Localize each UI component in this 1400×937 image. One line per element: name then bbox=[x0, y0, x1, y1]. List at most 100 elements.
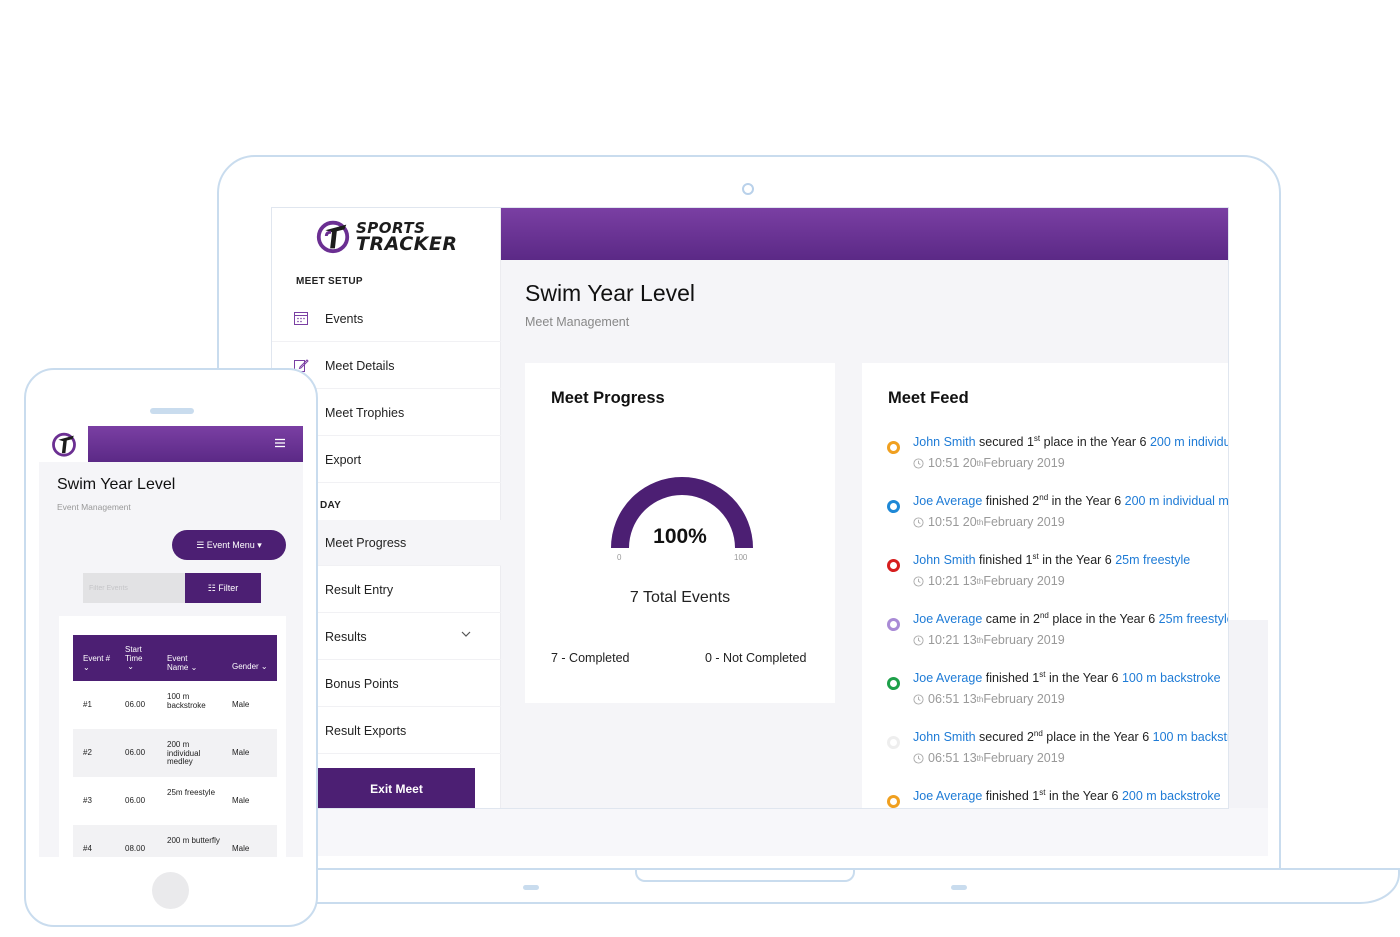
status-dot-icon bbox=[887, 795, 900, 808]
table-row[interactable]: #1 06.00 100 m backstroke Male bbox=[73, 681, 277, 729]
filter-button[interactable]: ☷ Filter bbox=[185, 573, 261, 603]
gauge-value: 100% bbox=[653, 525, 707, 548]
feed-timestamp: 06:51 13th February 2019 bbox=[913, 692, 1065, 706]
sidebar-item-label: Meet Trophies bbox=[325, 405, 405, 420]
card-title: Meet Progress bbox=[551, 389, 665, 407]
phone-logo[interactable] bbox=[39, 426, 88, 462]
total-events: 7 Total Events bbox=[629, 589, 731, 606]
event-link[interactable]: 25m freestyle bbox=[1115, 553, 1190, 567]
table-cell: Male bbox=[232, 844, 250, 853]
clock-icon bbox=[913, 752, 924, 764]
logo-mark-icon bbox=[316, 220, 350, 254]
feed-text: Joe Average finished 1st in the Year 6 1… bbox=[913, 670, 1221, 686]
exit-meet-button[interactable]: Exit Meet bbox=[318, 768, 475, 808]
top-bar bbox=[501, 208, 1228, 260]
laptop-screen: SPORTS TRACKER MEET SETUP Events Meet De… bbox=[271, 207, 1229, 809]
table-cell: 08.00 bbox=[125, 844, 146, 853]
feed-item: Joe Average finished 2nd in the Year 6 2… bbox=[862, 490, 1228, 540]
logo-text-line2: TRACKER bbox=[356, 233, 458, 255]
athlete-link[interactable]: John Smith bbox=[913, 730, 976, 744]
table-cell: 100 m backstroke bbox=[167, 692, 206, 710]
athlete-link[interactable]: Joe Average bbox=[913, 789, 982, 803]
feed-text: Joe Average finished 2nd in the Year 6 2… bbox=[913, 493, 1228, 508]
screen-shadow bbox=[318, 808, 1268, 856]
clock-icon bbox=[913, 575, 924, 587]
clock-icon bbox=[913, 516, 924, 528]
athlete-link[interactable]: John Smith bbox=[913, 553, 976, 567]
sidebar-item-label: Result Exports bbox=[325, 723, 407, 738]
sidebar-item-label: Meet Progress bbox=[325, 535, 407, 550]
laptop-notch bbox=[635, 870, 855, 882]
feed-timestamp: 06:51 13th February 2019 bbox=[913, 751, 1065, 765]
section-meet-setup: MEET SETUP bbox=[296, 276, 363, 287]
event-menu-button[interactable]: ☰ Event Menu ▾ bbox=[172, 530, 286, 560]
feed-timestamp: 10:51 20th February 2019 bbox=[913, 456, 1065, 470]
table-header: Event # ⌄ Start Time ⌄ Event Name ⌄ Gend… bbox=[73, 635, 277, 681]
hamburger-menu-icon[interactable] bbox=[274, 437, 286, 449]
column-header-start-time[interactable]: Start Time ⌄ bbox=[125, 645, 151, 672]
table-cell: #4 bbox=[83, 844, 92, 853]
completed-count: 7 - Completed bbox=[551, 651, 630, 665]
table-cell: 06.00 bbox=[125, 796, 146, 805]
section-meet-day: DAY bbox=[320, 500, 342, 511]
phone-page-subtitle: Event Management bbox=[57, 502, 131, 512]
event-link[interactable]: 100 m backstroke bbox=[1153, 730, 1228, 744]
column-header-gender[interactable]: Gender ⌄ bbox=[232, 662, 276, 672]
table-cell: Male bbox=[232, 748, 250, 757]
event-link[interactable]: 200 m individual medley bbox=[1125, 494, 1228, 508]
feed-text: John Smith secured 1st place in the Year… bbox=[913, 434, 1228, 449]
athlete-link[interactable]: Joe Average bbox=[913, 671, 982, 685]
phone-screen: Swim Year Level Event Management ☰ Event… bbox=[39, 426, 303, 857]
feed-item: Joe Average came in 2nd place in the Yea… bbox=[862, 608, 1228, 658]
clock-icon bbox=[913, 634, 924, 646]
card-title: Meet Feed bbox=[888, 389, 969, 407]
feed-text: John Smith finished 1st in the Year 6 25… bbox=[913, 552, 1191, 568]
table-cell: 25m freestyle bbox=[167, 788, 216, 797]
phone-home-button[interactable] bbox=[152, 872, 189, 909]
laptop-foot bbox=[951, 885, 967, 890]
not-completed-count: 0 - Not Completed bbox=[705, 651, 807, 665]
status-dot-icon bbox=[887, 618, 900, 631]
athlete-link[interactable]: John Smith bbox=[913, 435, 976, 449]
meet-feed-card: Meet Feed John Smith secured 1st place i… bbox=[862, 363, 1228, 808]
column-header-event-name[interactable]: Event Name ⌄ bbox=[167, 654, 211, 672]
page-title: Swim Year Level bbox=[525, 280, 696, 306]
feed-text: Joe Average finished 1st in the Year 6 2… bbox=[913, 788, 1221, 804]
feed-text: John Smith secured 2nd place in the Year… bbox=[913, 729, 1228, 744]
event-link[interactable]: 200 m individual medley bbox=[1150, 435, 1228, 449]
event-link[interactable]: 25m freestyle bbox=[1159, 612, 1228, 626]
table-row[interactable]: #2 06.00 200 m individual medley Male bbox=[73, 729, 277, 777]
table-cell: 200 m butterfly bbox=[167, 836, 220, 845]
table-row[interactable]: #3 06.00 25m freestyle Male bbox=[73, 777, 277, 825]
table-cell: 200 m individual medley bbox=[167, 740, 201, 766]
table-cell: Male bbox=[232, 700, 250, 709]
column-header-event-number[interactable]: Event # ⌄ bbox=[83, 654, 113, 672]
table-cell: 06.00 bbox=[125, 748, 146, 757]
table-cell: #3 bbox=[83, 796, 92, 805]
sidebar-item-label: Export bbox=[325, 452, 362, 467]
feed-timestamp: 10:51 20th February 2019 bbox=[913, 515, 1065, 529]
sidebar-item-label: Bonus Points bbox=[325, 676, 399, 691]
feed-item: John Smith finished 1st in the Year 6 25… bbox=[862, 549, 1228, 599]
app-logo[interactable]: SPORTS TRACKER bbox=[314, 216, 464, 256]
clock-icon bbox=[913, 693, 924, 705]
feed-item: John Smith secured 1st place in the Year… bbox=[862, 431, 1228, 481]
sidebar-item-label: Meet Details bbox=[325, 358, 395, 373]
status-dot-icon bbox=[887, 559, 900, 572]
feed-timestamp: 10:21 13th February 2019 bbox=[913, 574, 1065, 588]
chevron-down-icon bbox=[461, 631, 471, 637]
sidebar-item-events[interactable]: Events bbox=[272, 296, 501, 342]
athlete-link[interactable]: Joe Average bbox=[913, 612, 982, 626]
logo-mark-icon bbox=[51, 432, 76, 457]
filter-events-input[interactable] bbox=[83, 573, 185, 603]
phone-speaker bbox=[150, 408, 194, 414]
sidebar-item-label: Results bbox=[325, 629, 367, 644]
table-row[interactable]: #4 08.00 200 m butterfly Male bbox=[73, 825, 277, 857]
feed-item: John Smith secured 2nd place in the Year… bbox=[862, 726, 1228, 776]
laptop-foot bbox=[523, 885, 539, 890]
event-link[interactable]: 100 m backstroke bbox=[1122, 671, 1221, 685]
event-link[interactable]: 200 m backstroke bbox=[1122, 789, 1221, 803]
phone-page-title: Swim Year Level bbox=[57, 476, 176, 493]
status-dot-icon bbox=[887, 500, 900, 513]
athlete-link[interactable]: Joe Average bbox=[913, 494, 982, 508]
